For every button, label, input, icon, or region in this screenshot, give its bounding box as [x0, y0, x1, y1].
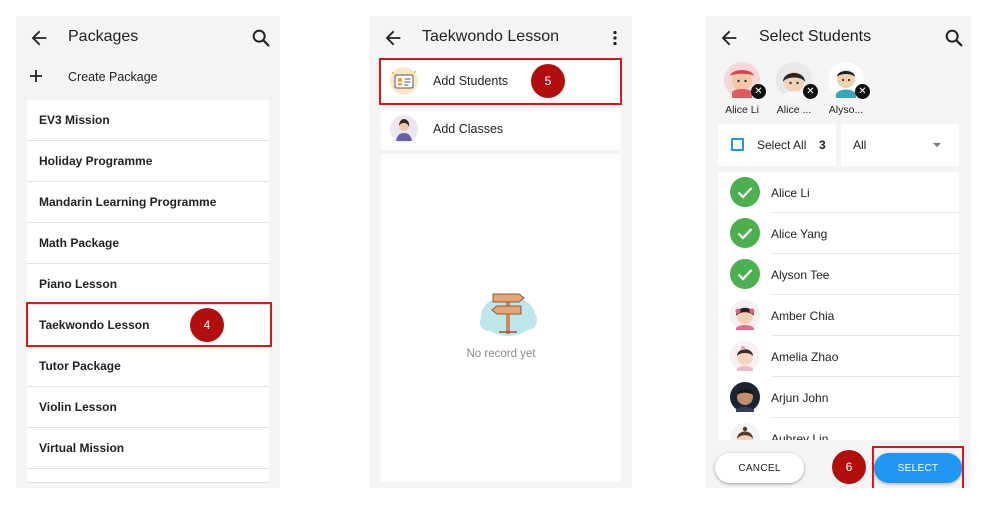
selected-count: 3: [819, 138, 826, 152]
list-item[interactable]: Alice Yang: [718, 213, 959, 254]
student-list[interactable]: Alice Li Alice Yang Alyson Tee Amber Chi…: [718, 172, 959, 440]
check-circle-icon: [730, 218, 760, 248]
avatar: [730, 423, 760, 440]
select-app-bar: Select Students: [706, 16, 971, 60]
package-name: Piano Lesson: [39, 277, 118, 291]
chevron-down-icon: [933, 143, 941, 147]
chip-name: Alice Li: [725, 104, 759, 116]
plus-icon: [30, 70, 42, 82]
select-all-toggle[interactable]: Select All 3: [718, 124, 836, 166]
empty-state: No record yet: [381, 154, 621, 482]
chip-name: Alice ...: [776, 104, 812, 116]
teacher-avatar-icon: [390, 115, 418, 143]
create-package-label: Create Package: [68, 70, 158, 84]
student-name: Alice Li: [771, 172, 959, 213]
student-name: Amelia Zhao: [771, 336, 959, 377]
select-all-label: Select All: [757, 138, 807, 152]
arrow-left-icon[interactable]: [382, 27, 404, 49]
student-name: Amber Chia: [771, 295, 959, 336]
list-end: [27, 469, 269, 483]
package-name: Mandarin Learning Programme: [39, 195, 217, 209]
list-item[interactable]: Virtual Mission: [27, 428, 269, 469]
remove-chip-icon[interactable]: ✕: [855, 84, 870, 99]
list-item[interactable]: EV3 Mission: [27, 100, 269, 141]
signpost-icon: [480, 293, 537, 336]
page-title: Taekwondo Lesson: [422, 28, 559, 45]
page-title: Packages: [68, 28, 139, 45]
package-name: Math Package: [39, 236, 120, 250]
list-item[interactable]: Mandarin Learning Programme: [27, 182, 269, 223]
step-badge: 4: [190, 308, 224, 342]
highlight-box: [26, 302, 272, 347]
list-item[interactable]: Math Package: [27, 223, 269, 264]
remove-chip-icon[interactable]: ✕: [751, 84, 766, 99]
selected-chip: ✕ Alice ...: [772, 62, 822, 118]
package-name: EV3 Mission: [39, 113, 110, 127]
package-list: EV3 Mission Holiday Programme Mandarin L…: [27, 100, 269, 483]
remove-chip-icon[interactable]: ✕: [803, 84, 818, 99]
selected-chip: ✕ Alice Li: [720, 62, 770, 118]
list-item[interactable]: Tutor Package: [27, 346, 269, 387]
list-item[interactable]: Alyson Tee: [718, 254, 959, 295]
check-circle-icon: [730, 177, 760, 207]
student-name: Alice Yang: [771, 213, 959, 254]
step-badge: 6: [832, 450, 866, 484]
arrow-left-icon[interactable]: [718, 27, 740, 49]
lesson-app-bar: Taekwondo Lesson: [370, 16, 632, 60]
package-name: Holiday Programme: [39, 154, 153, 168]
select-students-screen: Select Students ✕ Alice Li ✕ Alice ... ✕…: [706, 16, 971, 488]
add-classes-button[interactable]: Add Classes: [381, 108, 621, 150]
more-vertical-icon[interactable]: [604, 27, 626, 49]
search-icon[interactable]: [943, 27, 965, 49]
list-item[interactable]: Arjun John: [718, 377, 959, 418]
list-item[interactable]: Alice Li: [718, 172, 959, 213]
empty-text: No record yet: [466, 348, 536, 360]
lesson-screen: Taekwondo Lesson Add Students Add Classe…: [370, 16, 632, 488]
chip-name: Alyso...: [828, 104, 864, 116]
create-package-button[interactable]: Create Package: [16, 62, 280, 94]
package-name: Violin Lesson: [39, 400, 117, 414]
list-item[interactable]: Violin Lesson: [27, 387, 269, 428]
student-name: Alyson Tee: [771, 254, 959, 295]
filter-value: All: [853, 138, 867, 152]
package-name: Virtual Mission: [39, 441, 125, 455]
avatar: [730, 341, 760, 371]
select-all-checkbox[interactable]: [731, 138, 744, 151]
student-name: Arjun John: [771, 377, 959, 418]
search-icon[interactable]: [250, 27, 272, 49]
cancel-button[interactable]: CANCEL: [715, 453, 804, 483]
highlight-box: [379, 58, 622, 105]
filter-dropdown[interactable]: All: [841, 124, 959, 166]
highlight-box: [872, 446, 964, 488]
add-classes-label: Add Classes: [433, 122, 504, 136]
avatar: [730, 382, 760, 412]
selected-students-chips: ✕ Alice Li ✕ Alice ... ✕ Alyso...: [720, 62, 876, 118]
list-item[interactable]: Piano Lesson: [27, 264, 269, 305]
list-item[interactable]: Amber Chia: [718, 295, 959, 336]
package-name: Tutor Package: [39, 359, 121, 373]
page-title: Select Students: [759, 28, 872, 45]
student-name: Aubrey Lin: [771, 418, 959, 440]
arrow-left-icon[interactable]: [28, 27, 50, 49]
list-item[interactable]: Amelia Zhao: [718, 336, 959, 377]
list-item[interactable]: Holiday Programme: [27, 141, 269, 182]
packages-screen: Packages Create Package EV3 Mission Holi…: [16, 16, 280, 488]
step-badge: 5: [531, 64, 565, 98]
packages-app-bar: Packages: [16, 16, 280, 60]
list-item[interactable]: Aubrey Lin: [718, 418, 959, 440]
selected-chip: ✕ Alyso...: [824, 62, 874, 118]
check-circle-icon: [730, 259, 760, 289]
avatar: [730, 300, 760, 330]
